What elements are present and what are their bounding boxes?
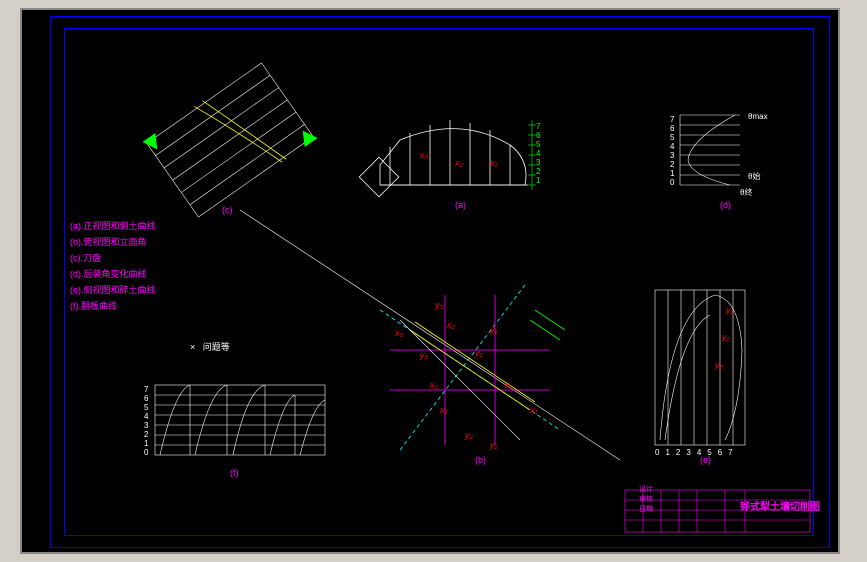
fig-label-c: (c)	[222, 205, 233, 215]
label-x1-a: x₁	[490, 158, 497, 168]
axis-d-v: 7 6 5 4 3 2 1 0	[670, 115, 674, 187]
label-x2-br: x₂	[505, 380, 513, 390]
label-x3-a: x₃	[420, 150, 428, 160]
label-y2-e: y₂	[722, 332, 730, 342]
tb-line3: 日期	[639, 504, 653, 514]
fig-label-a: (a)	[455, 200, 466, 210]
axis-a-v: 7 6 5 4 3 2 1	[536, 122, 540, 185]
drawing-title: 铧式犁土壤切削图	[740, 498, 820, 513]
label-y1-b: y₁	[490, 325, 497, 335]
label-x3-b: x₃	[395, 328, 403, 338]
label-y3-e: y₃	[715, 360, 723, 370]
axis-f-v: 7 6 5 4 3 2 1 0	[144, 385, 148, 457]
label-y3-b: y₃	[435, 300, 443, 310]
label-x2-bl: x₂	[447, 320, 455, 330]
axis-e-h: 01234567	[655, 448, 739, 457]
legend-f: (f).翻板曲线	[70, 298, 156, 314]
theta-max: θmax	[748, 112, 768, 121]
tb-line2: 审核	[639, 494, 653, 504]
label-y1-e: y₁	[726, 305, 733, 315]
label-y2-b: y₂	[475, 348, 483, 358]
legend-block: (a).正视图和倒土曲线 (b).俯视图和立面角 (c).刀盘 (d).后装角变…	[70, 218, 156, 314]
legend-d: (d).后装角变化曲线	[70, 266, 156, 282]
label-x2-a: x₂	[455, 158, 463, 168]
fig-label-f: (f)	[230, 468, 239, 478]
legend-b: (b).俯视图和立面角	[70, 234, 156, 250]
label-x2-b: x₂	[430, 380, 438, 390]
fig-label-d: (d)	[720, 200, 731, 210]
fig-label-b: (b)	[475, 455, 486, 465]
legend-c: (c).刀盘	[70, 250, 156, 266]
title-block: 铧式犁土壤切削图 设计 审核 日期	[637, 482, 822, 532]
theta-min: θ终	[740, 188, 752, 197]
legend-e: (e).侧视图和碎土曲线	[70, 282, 156, 298]
label-y2-bb: y₂	[465, 430, 473, 440]
legend-a: (a).正视图和倒土曲线	[70, 218, 156, 234]
tb-line1: 设计	[639, 484, 653, 494]
label-x1-b: x₁	[440, 405, 447, 415]
label-y3-b2: y₃	[420, 350, 428, 360]
theta-mid: θ始	[748, 172, 760, 181]
comment-text: × 问题等	[190, 340, 230, 353]
label-x1-br: x₁	[530, 405, 537, 415]
label-y1-bb: y₁	[490, 440, 497, 450]
